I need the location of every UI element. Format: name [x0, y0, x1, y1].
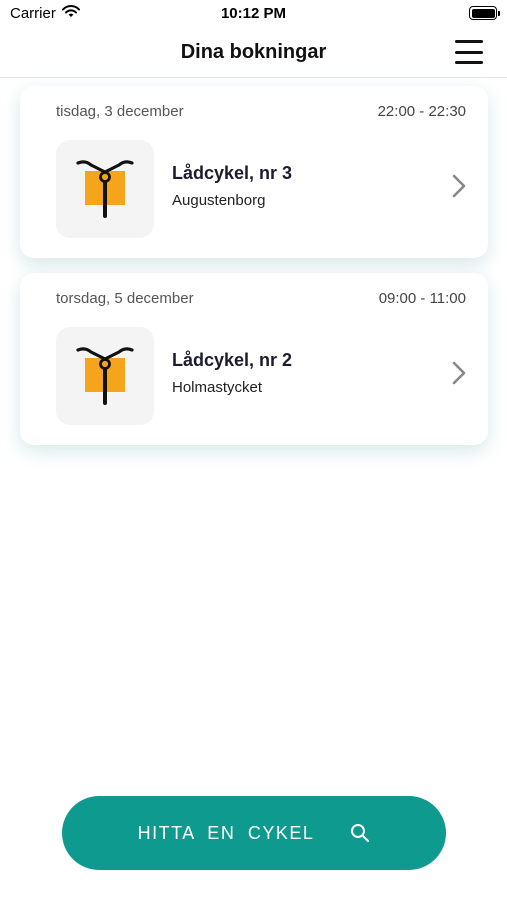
battery-icon [469, 6, 500, 20]
booking-card[interactable]: tisdag, 3 december 22:00 - 22:30 Lådcyke… [20, 86, 488, 258]
bike-location: Holmastycket [172, 379, 263, 396]
menu-line [455, 50, 483, 54]
page-title: Dina bokningar [180, 41, 327, 63]
bookings-screen: Carrier 10:12 PM Dina bokningar tisdag, … [0, 0, 507, 900]
bike-thumbnail [56, 140, 154, 238]
bike-location: Augustenborg [172, 192, 266, 209]
cargo-bike-icon [76, 160, 134, 218]
menu-line [455, 40, 483, 43]
booking-card[interactable]: torsdag, 5 december 09:00 - 11:00 Lådcyk… [20, 273, 488, 445]
bike-name: Lådcykel, nr 2 [172, 350, 293, 370]
bike-name: Lådcykel, nr 3 [172, 163, 293, 183]
booking-time-range: 22:00 - 22:30 [377, 103, 466, 120]
navigation-bar: Dina bokningar [0, 28, 507, 78]
find-bike-label: HITTA EN CYKEL [137, 822, 315, 843]
chevron-right-icon [452, 174, 466, 203]
battery-tip [498, 11, 500, 16]
find-bike-button[interactable]: HITTA EN CYKEL [62, 796, 446, 870]
booking-date: tisdag, 3 december [56, 103, 184, 120]
battery-level [471, 8, 495, 18]
booking-date: torsdag, 5 december [56, 290, 194, 307]
bike-thumbnail [56, 327, 154, 425]
status-time: 10:12 PM [220, 5, 287, 22]
booking-time-range: 09:00 - 11:00 [378, 290, 466, 307]
search-icon [350, 823, 370, 843]
status-bar: Carrier 10:12 PM [0, 0, 507, 28]
cargo-bike-icon [76, 347, 134, 405]
hamburger-menu-icon[interactable] [455, 40, 483, 64]
chevron-right-icon [452, 361, 466, 390]
menu-line [455, 61, 483, 64]
